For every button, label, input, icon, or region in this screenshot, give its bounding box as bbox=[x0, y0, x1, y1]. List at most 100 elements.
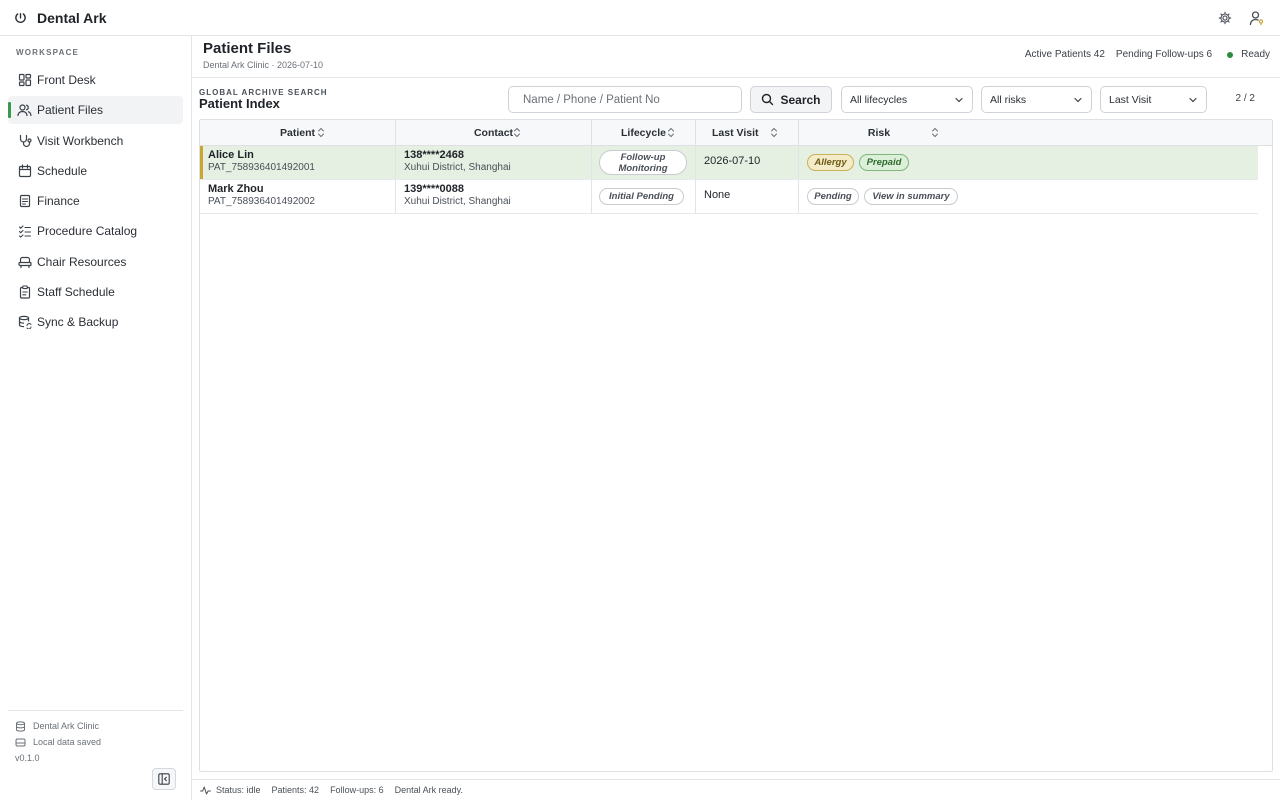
patient-search-input[interactable] bbox=[508, 86, 742, 113]
contact-cell: 139****0088 Xuhui District, Shanghai bbox=[396, 180, 592, 213]
sort-icon bbox=[513, 127, 521, 141]
risk-filter-value: All risks bbox=[990, 93, 1027, 106]
sidebar-item-patient-files[interactable]: Patient Files bbox=[8, 96, 183, 125]
sort-icon bbox=[931, 127, 939, 141]
risk-badge-allergy: Allergy bbox=[807, 154, 854, 171]
storage-info: Local data saved bbox=[8, 734, 183, 750]
sidebar-collapse-icon bbox=[158, 773, 170, 785]
chevron-down-icon bbox=[954, 95, 964, 108]
database-sync-icon bbox=[17, 315, 32, 330]
patient-address: Xuhui District, Shanghai bbox=[404, 162, 511, 173]
storage-status: Local data saved bbox=[33, 737, 102, 747]
sidebar: WORKSPACE Front Desk Patient Files Visit… bbox=[0, 36, 192, 800]
database-icon bbox=[15, 720, 26, 732]
last-visit-cell: 2026-07-10 bbox=[696, 146, 799, 179]
tooth-logo-icon bbox=[14, 11, 28, 25]
sidebar-footer: Dental Ark Clinic Local data saved v0.1.… bbox=[8, 710, 183, 766]
checklist-icon bbox=[17, 224, 32, 239]
patient-name: Alice Lin bbox=[208, 149, 254, 161]
risk-badge-prepaid: Prepaid bbox=[859, 154, 909, 171]
lifecycle-filter-value: All lifecycles bbox=[850, 93, 908, 106]
header-stats: Active Patients 42 Pending Follow-ups 6 … bbox=[1025, 49, 1270, 60]
sidebar-item-front-desk[interactable]: Front Desk bbox=[8, 66, 183, 94]
sort-by-value: Last Visit bbox=[1109, 93, 1152, 106]
chevron-down-icon bbox=[1188, 95, 1198, 108]
stethoscope-icon bbox=[17, 133, 32, 148]
clipboard-icon bbox=[17, 285, 32, 300]
last-visit-date: 2026-07-10 bbox=[704, 155, 761, 167]
patient-cell: Mark Zhou PAT_758936401492002 bbox=[200, 180, 396, 213]
sidebar-item-label: Finance bbox=[37, 194, 80, 209]
sidebar-item-label: Sync & Backup bbox=[37, 315, 119, 330]
column-header-patient[interactable]: Patient bbox=[200, 120, 396, 146]
sidebar-item-sync-backup[interactable]: Sync & Backup bbox=[8, 308, 183, 336]
lifecycle-cell: Initial Pending bbox=[592, 180, 696, 213]
sidebar-item-label: Staff Schedule bbox=[37, 285, 115, 300]
sort-icon bbox=[770, 127, 778, 141]
sidebar-item-label: Chair Resources bbox=[37, 254, 127, 269]
table-row[interactable]: Mark Zhou PAT_758936401492002 139****008… bbox=[200, 180, 1258, 214]
patient-phone: 138****2468 bbox=[404, 149, 464, 161]
document-icon bbox=[17, 194, 32, 209]
column-header-lifecycle[interactable]: Lifecycle bbox=[592, 120, 696, 146]
toolbar-heading: Patient Index bbox=[199, 96, 280, 111]
chair-icon bbox=[17, 254, 32, 269]
search-toolbar: GLOBAL ARCHIVE SEARCH Patient Index Sear… bbox=[192, 78, 1280, 119]
status-dot-icon bbox=[1227, 51, 1234, 58]
search-icon bbox=[761, 93, 774, 106]
sidebar-item-schedule[interactable]: Schedule bbox=[8, 157, 183, 185]
sidebar-item-label: Visit Workbench bbox=[37, 133, 124, 148]
ready-status: Ready bbox=[1227, 49, 1270, 60]
patient-table: Patient Contact Lifecycle Last Visit Ris… bbox=[199, 119, 1273, 772]
patient-number: PAT_758936401492001 bbox=[208, 162, 315, 173]
sidebar-item-chair-resources[interactable]: Chair Resources bbox=[8, 248, 183, 276]
patient-name: Mark Zhou bbox=[208, 183, 264, 195]
sidebar-item-procedure-catalog[interactable]: Procedure Catalog bbox=[8, 217, 183, 245]
search-button-label: Search bbox=[780, 92, 821, 107]
column-header-label: Last Visit bbox=[712, 127, 759, 139]
status-bar: Status: idle Patients: 42 Follow-ups: 6 … bbox=[192, 779, 1280, 800]
collapse-sidebar-button[interactable] bbox=[152, 768, 176, 790]
risk-badge-pending: Pending bbox=[807, 188, 859, 205]
sort-icon bbox=[317, 127, 325, 141]
calendar-icon bbox=[17, 163, 32, 178]
sidebar-item-staff-schedule[interactable]: Staff Schedule bbox=[8, 278, 183, 306]
sidebar-item-label: Procedure Catalog bbox=[37, 224, 138, 239]
sidebar-item-label: Schedule bbox=[37, 163, 88, 178]
user-key-icon[interactable] bbox=[1248, 9, 1266, 27]
active-patients-count: Active Patients 42 bbox=[1024, 49, 1105, 60]
status-followups: Follow-ups: 6 bbox=[330, 785, 384, 795]
column-header-label: Patient bbox=[279, 127, 315, 139]
lifecycle-filter-select[interactable]: All lifecycles bbox=[841, 86, 973, 113]
chevron-down-icon bbox=[1073, 95, 1083, 108]
patient-cell: Alice Lin PAT_758936401492001 bbox=[200, 146, 396, 179]
storage-icon bbox=[15, 737, 26, 748]
search-button[interactable]: Search bbox=[750, 86, 832, 113]
lifecycle-cell: Follow-up Monitoring bbox=[592, 146, 696, 179]
clinic-info: Dental Ark Clinic bbox=[8, 718, 183, 734]
pagination-indicator: 2 / 2 bbox=[1235, 93, 1255, 104]
sort-by-select[interactable]: Last Visit bbox=[1100, 86, 1207, 113]
column-header-contact[interactable]: Contact bbox=[396, 120, 592, 146]
sidebar-section-label: WORKSPACE bbox=[16, 48, 80, 57]
status-patients: Patients: 42 bbox=[271, 785, 320, 795]
main-area: Patient Files Dental Ark Clinic · 2026-0… bbox=[192, 36, 1280, 800]
status-label: Status: idle bbox=[216, 785, 261, 795]
risk-badge-view-summary[interactable]: View in summary bbox=[864, 188, 958, 205]
sidebar-nav: Front Desk Patient Files Visit Workbench… bbox=[8, 66, 183, 339]
column-header-last-visit[interactable]: Last Visit bbox=[696, 120, 799, 146]
sidebar-item-visit-workbench[interactable]: Visit Workbench bbox=[8, 127, 183, 155]
column-header-risk[interactable]: Risk bbox=[799, 120, 959, 146]
dashboard-icon bbox=[17, 73, 32, 88]
last-visit-date: None bbox=[704, 189, 731, 201]
page-header: Patient Files Dental Ark Clinic · 2026-0… bbox=[192, 36, 1280, 78]
table-row[interactable]: Alice Lin PAT_758936401492001 138****246… bbox=[200, 146, 1258, 180]
status-idle: Status: idle bbox=[200, 785, 261, 796]
lifecycle-badge: Initial Pending bbox=[599, 188, 684, 205]
page-subtitle: Dental Ark Clinic · 2026-07-10 bbox=[203, 60, 324, 70]
pending-followups-count: Pending Follow-ups 6 bbox=[1115, 49, 1213, 60]
risk-filter-select[interactable]: All risks bbox=[981, 86, 1092, 113]
lifecycle-badge: Follow-up Monitoring bbox=[599, 150, 687, 175]
settings-gear-icon[interactable] bbox=[1216, 9, 1234, 27]
sidebar-item-finance[interactable]: Finance bbox=[8, 187, 183, 215]
